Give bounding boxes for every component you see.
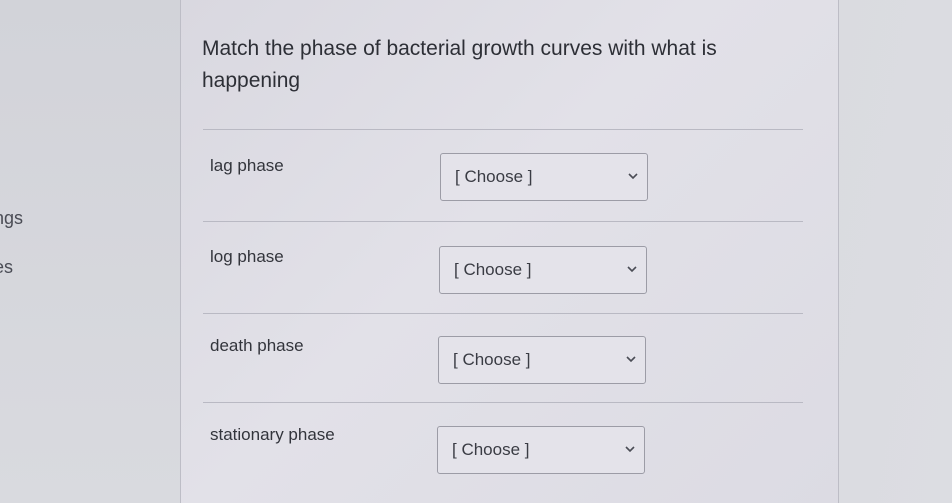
select-value: [ Choose ] bbox=[454, 260, 532, 279]
select-value: [ Choose ] bbox=[455, 167, 533, 186]
divider bbox=[203, 313, 803, 314]
select-value: [ Choose ] bbox=[453, 350, 531, 369]
answer-select-stationary-phase[interactable]: [ Choose ] bbox=[437, 426, 645, 474]
answer-select-log-phase[interactable]: [ Choose ] bbox=[439, 246, 647, 294]
chevron-down-icon bbox=[626, 356, 636, 363]
match-prompt-stationary-phase: stationary phase bbox=[210, 425, 335, 444]
select-value: [ Choose ] bbox=[452, 440, 530, 459]
question-text: Match the phase of bacterial growth curv… bbox=[202, 37, 717, 92]
question-panel: Match the phase of bacterial growth curv… bbox=[180, 0, 839, 503]
answer-select-death-phase[interactable]: [ Choose ] bbox=[438, 336, 646, 384]
divider bbox=[203, 221, 803, 222]
divider bbox=[203, 402, 803, 403]
nav-item-pages[interactable]: es bbox=[0, 257, 13, 278]
divider bbox=[203, 129, 803, 130]
answer-select-lag-phase[interactable]: [ Choose ] bbox=[440, 153, 648, 201]
left-navigation: ngs es bbox=[0, 0, 180, 503]
match-prompt-death-phase: death phase bbox=[210, 336, 304, 355]
match-prompt-log-phase: log phase bbox=[210, 247, 284, 266]
chevron-down-icon bbox=[625, 446, 635, 453]
match-prompt-lag-phase: lag phase bbox=[210, 156, 284, 175]
chevron-down-icon bbox=[627, 266, 637, 273]
chevron-down-icon bbox=[628, 173, 638, 180]
nav-item-settings[interactable]: ngs bbox=[0, 208, 23, 229]
